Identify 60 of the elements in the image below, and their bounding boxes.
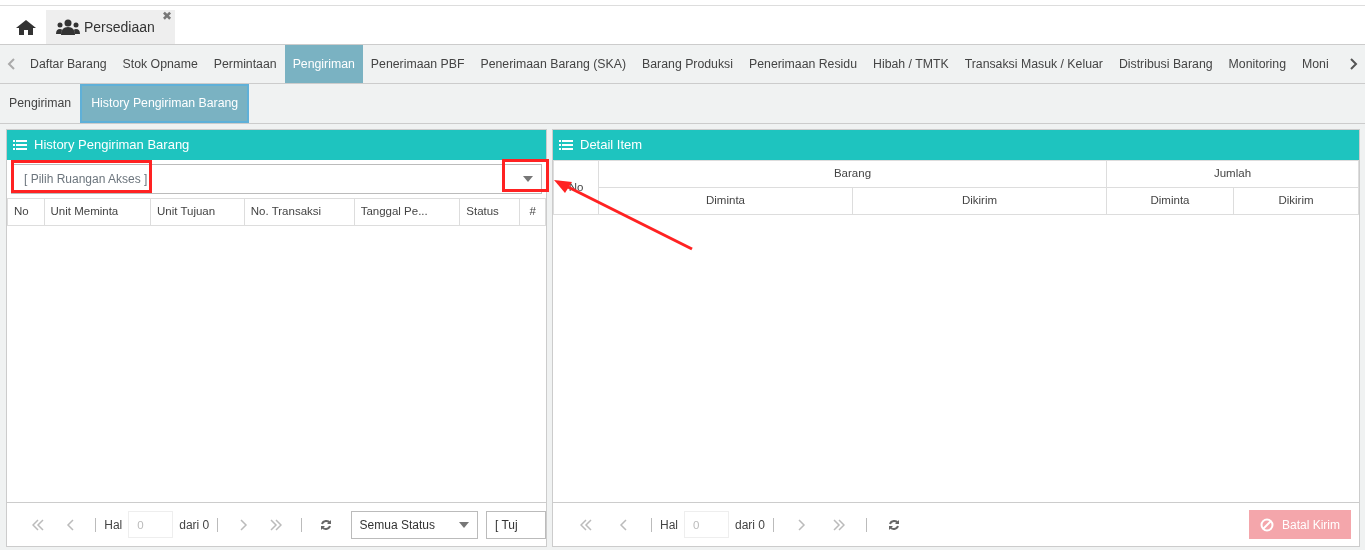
tab-label: Persediaan	[84, 17, 155, 37]
column-header: Dikirim	[852, 187, 1107, 215]
list-icon	[13, 139, 27, 151]
menu-tab[interactable]: Monitoring	[1220, 45, 1294, 83]
column-header: Diminta	[1106, 187, 1234, 215]
menu-tab[interactable]: Penerimaan PBF	[362, 45, 473, 83]
select-value: [ Tuj	[494, 516, 518, 534]
refresh-icon	[888, 518, 901, 531]
column-header: No	[7, 198, 44, 226]
chevron-right-icon	[1350, 58, 1358, 70]
column-header: Jumlah	[1106, 160, 1359, 188]
page-count: dari 0	[179, 516, 210, 534]
page-label: Hal	[660, 516, 678, 534]
select-value: Semua Status	[359, 516, 435, 534]
last-page-icon	[269, 518, 282, 531]
users-icon	[56, 19, 80, 35]
list-icon	[559, 139, 573, 151]
menu-tab[interactable]: Barang Produksi	[634, 45, 741, 83]
first-page-icon	[31, 518, 44, 531]
home-icon	[16, 19, 36, 36]
next-page-icon	[795, 518, 808, 531]
caret-down-icon	[523, 176, 533, 182]
menu-tab[interactable]: Distribusi Barang	[1110, 45, 1221, 83]
column-header: Tanggal Pe...	[354, 198, 460, 226]
refresh-icon	[319, 518, 332, 531]
column-header: No. Transaksi	[244, 198, 355, 226]
column-header: Diminta	[598, 187, 853, 215]
ban-icon	[1260, 517, 1274, 532]
destination-select[interactable]: [ Tuj	[485, 510, 546, 539]
highlight-frame	[502, 159, 549, 192]
first-page-icon	[580, 518, 592, 531]
panel-title: Detail Item	[580, 136, 643, 155]
column-header: Unit Tujuan	[150, 198, 245, 226]
status-select[interactable]: Semua Status	[350, 510, 478, 539]
menu-tab[interactable]: Transaksi Masuk / Keluar	[956, 45, 1111, 83]
menu-tab[interactable]: Daftar Barang	[22, 45, 115, 83]
column-header: Dikirim	[1233, 187, 1359, 215]
caret-down-icon	[458, 521, 469, 528]
chevron-left-icon	[7, 58, 15, 70]
menu-tab[interactable]: Penerimaan Residu	[741, 45, 865, 83]
last-page-icon	[833, 518, 846, 531]
column-header: #	[519, 198, 546, 226]
room-select[interactable]: [ Pilih Ruangan Akses ]	[11, 164, 542, 194]
select-placeholder: [ Pilih Ruangan Akses ]	[24, 171, 148, 188]
app-tab[interactable]: Persediaan ✖	[46, 10, 175, 44]
menu-tab[interactable]: Moni	[1294, 45, 1337, 83]
previous-page-icon	[64, 518, 77, 531]
menu-tab[interactable]: Stok Opname	[114, 45, 206, 83]
column-header: Status	[459, 198, 520, 226]
menu-tab[interactable]: Hibah / TMTK	[865, 45, 957, 83]
menu-tab[interactable]: Penerimaan Barang (SKA)	[472, 45, 635, 83]
close-icon[interactable]: ✖	[161, 10, 172, 22]
page-count: dari 0	[735, 516, 766, 534]
menu-tab[interactable]: Permintaan	[205, 45, 285, 83]
panel-title: History Pengiriman Barang	[34, 136, 190, 155]
sub-tab[interactable]: Pengiriman	[0, 84, 81, 123]
page-label: Hal	[104, 516, 123, 534]
previous-page-icon	[618, 518, 630, 531]
column-header: Unit Meminta	[44, 198, 151, 226]
column-header: Barang	[598, 160, 1107, 188]
